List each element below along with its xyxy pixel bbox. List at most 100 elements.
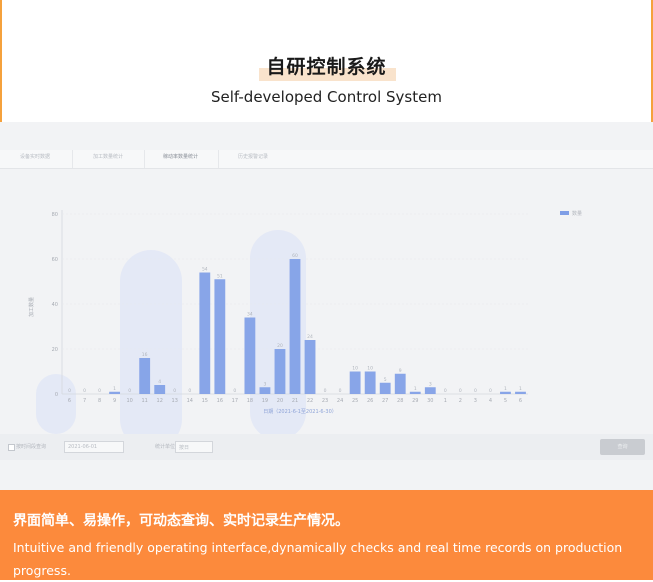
chart-x-tick-label: 30 xyxy=(427,398,433,404)
chart-y-tick-label: 40 xyxy=(52,302,58,308)
page-title-en: Self-developed Control System xyxy=(211,88,442,106)
chart-bar xyxy=(259,387,271,394)
chart-bar xyxy=(424,387,436,394)
chart-x-tick-label: 22 xyxy=(307,398,313,404)
chart-data-label: 24 xyxy=(307,334,313,340)
chart-data-label: 4 xyxy=(158,379,161,385)
chart-x-tick-label: 7 xyxy=(83,398,86,404)
chart-data-label: 1 xyxy=(414,386,417,392)
chart-y-tick-label: 0 xyxy=(55,392,58,398)
chart-data-label: 0 xyxy=(474,388,477,394)
chart-data-label: 51 xyxy=(217,273,223,279)
chart-data-label: 16 xyxy=(142,352,148,358)
chart-y-tick-label: 20 xyxy=(52,347,58,353)
chart-data-label: 1 xyxy=(504,386,507,392)
chart-x-tick-label: 8 xyxy=(98,398,101,404)
chart-data-label: 0 xyxy=(459,388,462,394)
chart-x-tick-label: 6 xyxy=(519,398,522,404)
chart-bar xyxy=(289,259,301,394)
chart-bar xyxy=(154,385,166,394)
chart-data-label: 0 xyxy=(339,388,342,394)
page-title-zh: 自研控制系统 xyxy=(266,56,387,78)
chart-data-label: 0 xyxy=(444,388,447,394)
chart-bar xyxy=(379,382,391,394)
unit-filter-label: 统计单位 xyxy=(155,444,176,450)
chart-bar xyxy=(139,358,151,394)
chart-x-tick-label: 26 xyxy=(367,398,373,404)
chart-x-tick-label: 23 xyxy=(322,398,328,404)
chart-data-label: 0 xyxy=(489,388,492,394)
unit-select-value: 按日 xyxy=(179,445,190,451)
chart-data-label: 0 xyxy=(128,388,131,394)
chart-x-tick-label: 1 xyxy=(444,398,447,404)
chart-data-label: 0 xyxy=(324,388,327,394)
feature-description-zh: 界面简单、易操作，可动态查询、实时记录生产情况。 xyxy=(13,513,349,529)
unit-select[interactable]: 按日 xyxy=(175,441,213,453)
chart-bar xyxy=(109,391,121,394)
chart-data-label: 0 xyxy=(233,388,236,394)
chart-x-tick-label: 29 xyxy=(412,398,418,404)
chart-bar xyxy=(214,279,226,394)
chart-y-axis-label: 加工数量 xyxy=(28,297,35,317)
chart-x-tick-label: 13 xyxy=(172,398,178,404)
chart-bar xyxy=(409,391,421,394)
time-range-checkbox[interactable] xyxy=(8,444,15,451)
chart-data-label: 0 xyxy=(98,388,101,394)
chart-data-label: 1 xyxy=(519,386,522,392)
chart-bar xyxy=(244,317,256,394)
chart-data-label: 0 xyxy=(173,388,176,394)
chart-x-tick-label: 21 xyxy=(292,398,298,404)
chart-x-tick-label: 2 xyxy=(459,398,462,404)
feature-description-en: Intuitive and friendly operating interfa… xyxy=(13,540,623,578)
chart-x-tick-label: 27 xyxy=(382,398,388,404)
chart-y-tick-label: 80 xyxy=(52,212,58,218)
chart-x-tick-label: 19 xyxy=(262,398,268,404)
chart-legend-label: 数量 xyxy=(572,210,582,217)
chart-x-tick-label: 6 xyxy=(68,398,71,404)
chart-data-label: 5 xyxy=(384,377,387,383)
chart-data-label: 34 xyxy=(247,312,253,318)
chart-data-label: 10 xyxy=(352,366,358,372)
chart-x-axis-label: 日期（2021-6-1至2021-6-30） xyxy=(263,409,337,415)
chart-bar xyxy=(304,340,316,394)
chart-bar xyxy=(274,349,286,394)
chart-x-tick-label: 25 xyxy=(352,398,358,404)
chart-x-tick-label: 5 xyxy=(504,398,507,404)
chart-bar xyxy=(394,373,406,394)
chart-bar xyxy=(199,272,211,394)
chart-x-tick-label: 14 xyxy=(187,398,193,404)
time-range-label: 按时间段查询 xyxy=(16,444,47,450)
chart-data-label: 54 xyxy=(202,267,208,273)
chart-data-label: 1 xyxy=(113,386,116,392)
date-input[interactable]: 2021-06-01 xyxy=(64,441,124,453)
chart-x-tick-label: 12 xyxy=(157,398,163,404)
chart-bar xyxy=(500,391,511,394)
chart-data-label: 0 xyxy=(83,388,86,394)
feature-description-banner: 界面简单、易操作，可动态查询、实时记录生产情况。 Intuitive and f… xyxy=(0,490,653,580)
chart-x-tick-label: 11 xyxy=(141,398,147,404)
chart-data-label: 10 xyxy=(367,366,373,372)
chart-data-label: 60 xyxy=(292,253,298,259)
chart-bar xyxy=(349,371,361,394)
chart-data-label: 0 xyxy=(188,388,191,394)
chart-bar xyxy=(515,391,526,394)
control-system-screenshot: 设备实时数据 加工数量统计 稼动率数量统计 历史报警记录 0 20 40 60 80 0 6… xyxy=(0,122,653,490)
chart-x-tick-label: 4 xyxy=(489,398,492,404)
chart-x-tick-label: 9 xyxy=(113,398,116,404)
chart-data-label: 0 xyxy=(68,388,71,394)
chart-x-tick-label: 17 xyxy=(232,398,238,404)
chart-x-tick-label: 24 xyxy=(337,398,343,404)
chart-y-tick-label: 60 xyxy=(52,257,58,263)
chart-x-tick-label: 10 xyxy=(126,398,132,404)
chart-x-tick-label: 18 xyxy=(247,398,253,404)
date-value: 2021-06-01 xyxy=(68,444,98,450)
chart-bar xyxy=(364,371,376,394)
query-button[interactable]: 查询 xyxy=(600,439,645,455)
chart-x-tick-label: 20 xyxy=(277,398,283,404)
chart-data-label: 20 xyxy=(277,343,283,349)
chart-data-label: 3 xyxy=(263,381,266,387)
query-button-label: 查询 xyxy=(617,444,628,450)
chart-x-tick-label: 3 xyxy=(474,398,477,404)
chart-data-label: 3 xyxy=(429,381,432,387)
chart-x-tick-label: 16 xyxy=(217,398,223,404)
